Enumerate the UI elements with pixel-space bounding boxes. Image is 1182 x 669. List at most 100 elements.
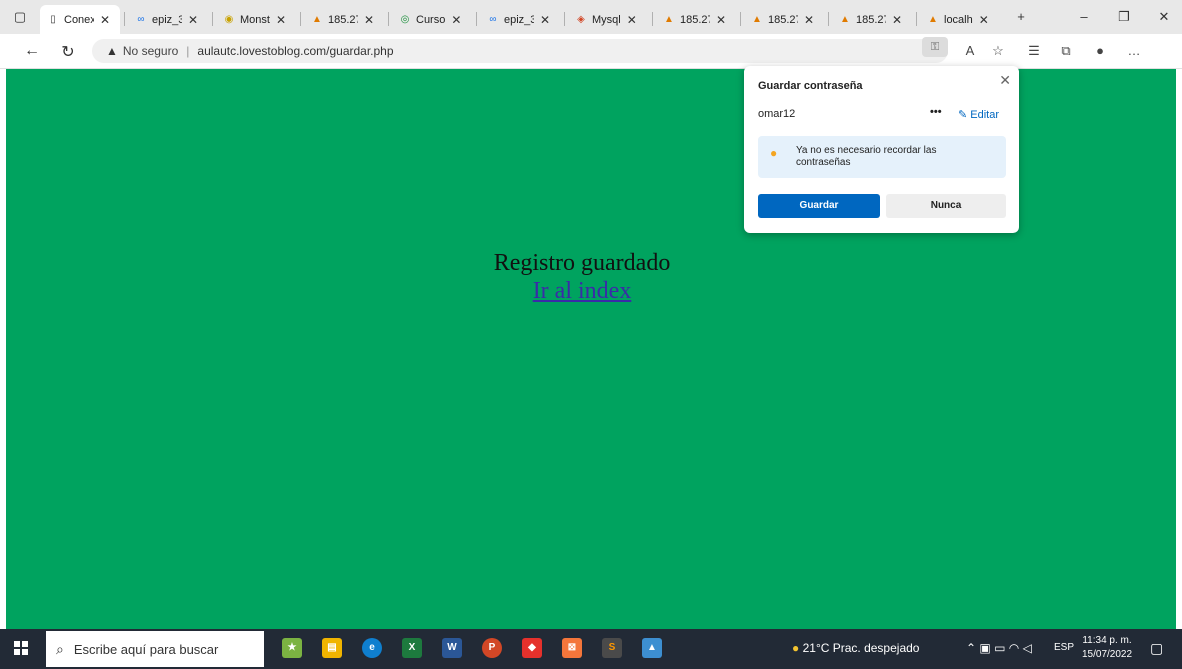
browser-tab[interactable]: ▲ 185.27 ✕ [832,8,912,32]
excel-icon[interactable]: X [402,638,422,658]
news-widget-icon[interactable]: ★ [282,638,302,658]
restore-icon[interactable]: ❐ [1114,9,1134,25]
tab-separator [124,12,125,26]
battery-icon[interactable]: ▭ [994,641,1005,655]
tab-separator [564,12,565,26]
browser-tab[interactable]: ∞ epiz_3 ✕ [128,8,208,32]
wifi-icon[interactable]: ◠ [1009,641,1019,655]
tab-title: Monst [240,14,270,26]
tab-close-icon[interactable]: ✕ [276,13,286,27]
address-bar[interactable]: ▲ No seguro | aulautc.lovestoblog.com/gu… [92,39,948,63]
tab-close-icon[interactable]: ✕ [364,13,374,27]
tab-separator [212,12,213,26]
minimize-icon[interactable]: – [1074,9,1094,24]
browser-tab[interactable]: ◉ Monst ✕ [216,8,296,32]
result-message: Registro guardado Ir al index [6,249,1158,305]
profile-avatar[interactable]: ● [1090,43,1110,58]
tab-actions-icon[interactable]: ▢ [12,9,28,25]
tip-text: Ya no es necesario recordar las contrase… [796,145,937,168]
browser-tab[interactable]: ▯ Conex ✕ [40,5,120,34]
new-tab-icon[interactable]: + [1013,9,1029,25]
refresh-icon[interactable]: ↻ [58,42,78,62]
tab-close-icon[interactable]: ✕ [892,13,902,27]
windows-start-icon[interactable] [14,641,28,655]
browser-tab[interactable]: ◎ Curso ✕ [392,8,472,32]
tab-separator [300,12,301,26]
volume-icon[interactable]: ◁ [1023,641,1032,655]
tab-close-icon[interactable]: ✕ [716,13,726,27]
tab-separator [740,12,741,26]
tab-title: 185.27 [680,14,710,26]
tab-close-icon[interactable]: ✕ [540,13,550,27]
tab-title: Conex [64,13,94,26]
browser-tab[interactable]: ◈ Mysql ✕ [568,8,648,32]
saved-message: Registro guardado [493,250,671,276]
xampp-icon[interactable]: ⊠ [562,638,582,658]
phpmyadmin-icon: ▲ [840,14,850,25]
photos-icon[interactable]: ▲ [642,638,662,658]
browser-tab[interactable]: ▲ 185.27 ✕ [656,8,736,32]
password-key-icon[interactable]: ⚿ [922,37,948,57]
browser-tab[interactable]: ▲ localh ✕ [920,8,1000,32]
powerpoint-icon[interactable]: P [482,638,502,658]
settings-more-icon[interactable]: … [1124,43,1144,58]
taskbar-search[interactable]: ⌕ Escribe aquí para buscar [46,631,264,667]
page-icon: ▯ [50,13,56,25]
edit-button[interactable]: ✎ Editar [958,108,999,121]
tab-strip: ▢ ▯Conex✕∞epiz_3✕◉Monst✕▲185.27✕◎Curso✕∞… [0,0,1182,34]
tab-title: 185.27 [328,14,358,26]
phpmyadmin-icon: ▲ [312,14,322,25]
tab-close-icon[interactable]: ✕ [979,13,989,27]
tab-title: 185.27 [856,14,886,26]
edge-icon[interactable]: e [362,638,382,658]
save-password-popup: Guardar contraseña ✕ omar12 ••• ✎ Editar… [744,66,1019,233]
clock[interactable]: 11:34 p. m. 15/07/2022 [1082,634,1132,662]
edit-label: Editar [970,109,1000,121]
infinity-icon: ∞ [137,14,145,25]
tab-close-icon[interactable]: ✕ [627,13,637,27]
tab-separator [916,12,917,26]
browser-tab[interactable]: ▲ 185.27 ✕ [304,8,384,32]
close-icon[interactable]: ✕ [999,72,1011,89]
save-button[interactable]: Guardar [758,194,880,218]
chevron-up-icon[interactable]: ⌃ [966,641,976,655]
file-explorer-icon[interactable]: ▤ [322,638,342,658]
language-indicator[interactable]: ESP [1054,642,1074,653]
phpmyadmin-icon: ▲ [928,14,938,25]
more-options-icon[interactable]: ••• [930,106,942,118]
close-window-icon[interactable]: ✕ [1154,9,1174,25]
url-divider: | [186,44,190,58]
monster-icon: ◉ [224,14,234,25]
search-placeholder: Escribe aquí para buscar [73,641,219,657]
favorites-list-icon[interactable]: ☰ [1024,43,1044,59]
anydesk-icon[interactable]: ◆ [522,638,542,658]
sublime-icon[interactable]: S [602,638,622,658]
taskbar: ⌕ Escribe aquí para buscar ★ ▤ e X W P ◆… [0,629,1182,669]
read-aloud-icon[interactable]: A [960,43,980,58]
never-button[interactable]: Nunca [886,194,1006,218]
back-icon[interactable]: ← [22,42,42,60]
browser-tab[interactable]: ▲ 185.27 ✕ [744,8,824,32]
security-label[interactable]: No seguro [123,44,178,58]
search-icon: ⌕ [56,640,64,657]
browser-tab[interactable]: ∞ epiz_3 ✕ [480,8,560,32]
tab-close-icon[interactable]: ✕ [804,13,814,27]
tab-title: epiz_3 [504,14,534,26]
clock-date: 15/07/2022 [1082,649,1133,660]
tray-icons[interactable]: ⌃ ▣ ▭ ◠ ◁ [966,641,1032,655]
tray-app-icon[interactable]: ▣ [979,641,990,655]
tab-close-icon[interactable]: ✕ [451,13,461,27]
weather-text: 21°C Prac. despejado [802,641,920,655]
tab-close-icon[interactable]: ✕ [188,13,198,27]
weather-widget[interactable]: ● 21°C Prac. despejado [792,641,919,655]
favorite-icon[interactable]: ☆ [988,43,1008,59]
tab-separator [828,12,829,26]
notifications-icon[interactable]: ▢ [1150,640,1163,657]
word-icon[interactable]: W [442,638,462,658]
warning-icon: ▲ [106,44,118,58]
collections-icon[interactable]: ⧉ [1056,43,1076,59]
index-link[interactable]: Ir al index [533,278,632,304]
url-text[interactable]: aulautc.lovestoblog.com/guardar.php [197,44,393,58]
tab-title: 185.27 [768,14,798,26]
tab-close-icon[interactable]: ✕ [100,13,110,27]
